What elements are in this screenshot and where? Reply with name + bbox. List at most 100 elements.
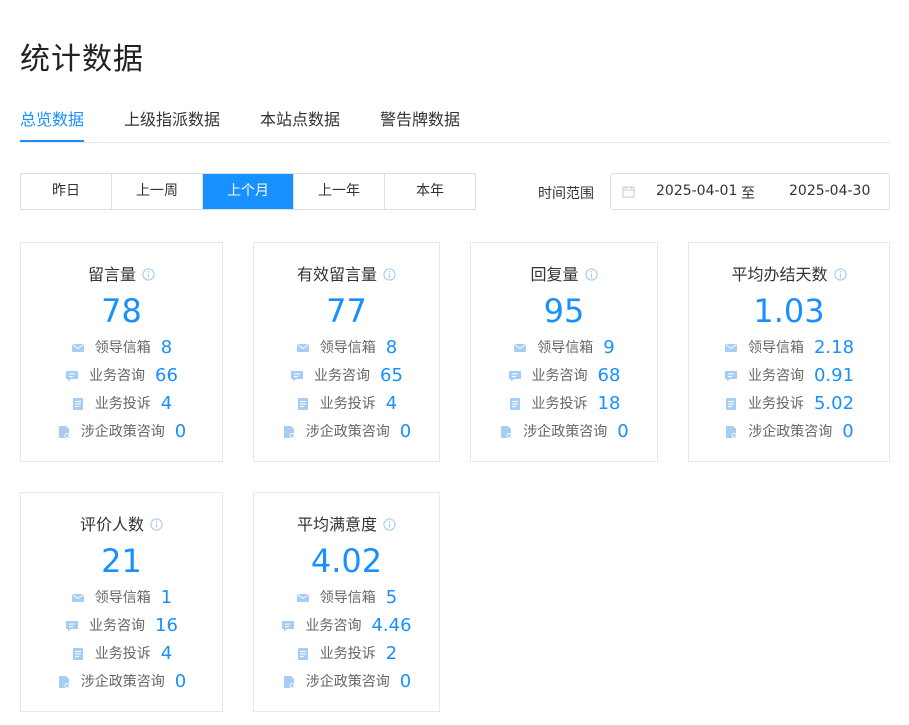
- row-value: 4: [385, 392, 398, 414]
- row-value: 4: [160, 392, 173, 414]
- card-row-business-complaint: 业务投诉 18: [471, 391, 657, 415]
- card-row-business-consult: 业务咨询 4.46: [254, 613, 439, 637]
- card-row-business-complaint: 业务投诉 5.02: [689, 391, 889, 415]
- tab-bar: 总览数据 上级指派数据 本站点数据 警告牌数据: [20, 106, 890, 143]
- policy-icon: [282, 674, 296, 688]
- info-icon[interactable]: [150, 515, 163, 531]
- calendar-icon: [622, 185, 635, 198]
- stat-card-avg-satisfaction: 平均满意度 4.02 领导信箱 5 业务咨询 4.46 业务投诉 2 涉企政策咨询 0: [253, 492, 440, 712]
- stat-card-avg-days: 平均办结天数 1.03 领导信箱 2.18 业务咨询 0.91 业务投诉 5.02 涉企政策咨询…: [688, 242, 890, 462]
- row-value: 66: [155, 364, 178, 386]
- row-value: 9: [603, 336, 615, 358]
- card-row-business-consult: 业务咨询 66: [21, 363, 222, 387]
- card-row-policy-consult: 涉企政策咨询 0: [689, 419, 889, 443]
- document-icon: [508, 396, 522, 410]
- info-icon[interactable]: [142, 265, 155, 281]
- tab-assigned[interactable]: 上级指派数据: [124, 108, 220, 140]
- row-value: 1: [160, 586, 173, 608]
- row-label: 涉企政策咨询: [305, 674, 390, 690]
- tab-this-site[interactable]: 本站点数据: [260, 108, 340, 140]
- row-label: 涉企政策咨询: [305, 424, 390, 440]
- info-icon[interactable]: [833, 265, 847, 281]
- row-value: 0: [842, 420, 854, 442]
- period-last-week-button[interactable]: 上一周: [112, 174, 203, 209]
- end-date[interactable]: 2025-04-30: [789, 183, 870, 199]
- row-label: 业务投诉: [319, 396, 376, 412]
- chat-icon: [724, 368, 738, 382]
- row-value: 68: [597, 364, 621, 386]
- card-value: 4.02: [310, 542, 383, 580]
- card-row-leader-mailbox: 领导信箱 8: [21, 335, 222, 359]
- card-value: 21: [101, 542, 142, 580]
- card-row-business-consult: 业务咨询 65: [254, 363, 439, 387]
- page-title: 统计数据: [20, 42, 144, 77]
- row-label: 涉企政策咨询: [523, 424, 608, 440]
- row-label: 业务咨询: [314, 368, 371, 384]
- card-row-leader-mailbox: 领导信箱 9: [471, 335, 657, 359]
- row-value: 4: [160, 642, 173, 664]
- period-last-month-button[interactable]: 上个月: [203, 174, 294, 209]
- row-label: 领导信箱: [94, 590, 151, 606]
- chat-icon: [65, 618, 79, 632]
- row-label: 业务咨询: [747, 368, 804, 384]
- row-label: 业务投诉: [531, 396, 588, 412]
- stat-card-rating-count: 评价人数 21 领导信箱 1 业务咨询 16 业务投诉 4 涉企政策咨询 0: [20, 492, 223, 712]
- document-icon: [71, 396, 85, 410]
- card-row-business-consult: 业务咨询 68: [471, 363, 657, 387]
- row-value: 0: [399, 670, 412, 692]
- period-this-year-button[interactable]: 本年: [385, 174, 475, 209]
- policy-icon: [499, 424, 513, 438]
- row-label: 业务咨询: [89, 368, 146, 384]
- row-label: 业务投诉: [94, 646, 151, 662]
- info-icon[interactable]: [584, 265, 598, 281]
- stat-card-message-count: 留言量 78 领导信箱 8 业务咨询 66 业务投诉 4 涉企政策咨询 0: [20, 242, 223, 462]
- row-value: 5: [385, 586, 398, 608]
- row-value: 4.46: [371, 614, 412, 636]
- period-yesterday-button[interactable]: 昨日: [21, 174, 112, 209]
- card-row-policy-consult: 涉企政策咨询 0: [21, 669, 222, 693]
- card-title-text: 回复量: [530, 265, 579, 284]
- card-row-policy-consult: 涉企政策咨询 0: [21, 419, 222, 443]
- row-label: 业务投诉: [747, 396, 804, 412]
- chat-icon: [508, 368, 522, 382]
- card-row-business-complaint: 业务投诉 2: [254, 641, 439, 665]
- card-row-business-consult: 业务咨询 16: [21, 613, 222, 637]
- row-label: 涉企政策咨询: [80, 424, 165, 440]
- row-label: 领导信箱: [319, 340, 376, 356]
- stat-card-reply-count: 回复量 95 领导信箱 9 业务咨询 68 业务投诉 18 涉企政策咨询 0: [470, 242, 658, 462]
- policy-icon: [282, 424, 296, 438]
- policy-icon: [724, 424, 738, 438]
- mailbox-icon: [513, 340, 527, 354]
- policy-icon: [57, 424, 71, 438]
- card-value: 1.03: [753, 292, 825, 330]
- row-value: 0: [174, 420, 187, 442]
- start-date[interactable]: 2025-04-01: [656, 183, 737, 199]
- card-row-policy-consult: 涉企政策咨询 0: [254, 669, 439, 693]
- row-label: 涉企政策咨询: [80, 674, 165, 690]
- row-label: 业务咨询: [89, 618, 146, 634]
- document-icon: [724, 396, 738, 410]
- document-icon: [296, 646, 310, 660]
- card-title-text: 有效留言量: [296, 265, 377, 284]
- card-row-business-complaint: 业务投诉 4: [21, 391, 222, 415]
- card-title: 评价人数: [21, 514, 222, 536]
- row-value: 2: [385, 642, 398, 664]
- tab-overview[interactable]: 总览数据: [20, 108, 85, 142]
- card-title: 留言量: [21, 264, 222, 286]
- card-title: 平均办结天数: [689, 264, 889, 286]
- info-icon[interactable]: [383, 265, 396, 281]
- document-icon: [71, 646, 85, 660]
- card-row-leader-mailbox: 领导信箱 8: [254, 335, 439, 359]
- row-label: 涉企政策咨询: [748, 424, 833, 440]
- chat-icon: [65, 368, 79, 382]
- row-value: 18: [597, 392, 621, 414]
- card-value: 78: [101, 292, 142, 330]
- tab-warning[interactable]: 警告牌数据: [380, 108, 460, 140]
- info-icon[interactable]: [383, 515, 396, 531]
- range-label: 时间范围: [538, 186, 594, 202]
- card-title-text: 留言量: [87, 265, 136, 284]
- period-last-year-button[interactable]: 上一年: [294, 174, 385, 209]
- card-row-leader-mailbox: 领导信箱 2.18: [689, 335, 889, 359]
- mailbox-icon: [71, 590, 85, 604]
- date-range-picker[interactable]: 2025-04-01 至 2025-04-30: [610, 173, 890, 210]
